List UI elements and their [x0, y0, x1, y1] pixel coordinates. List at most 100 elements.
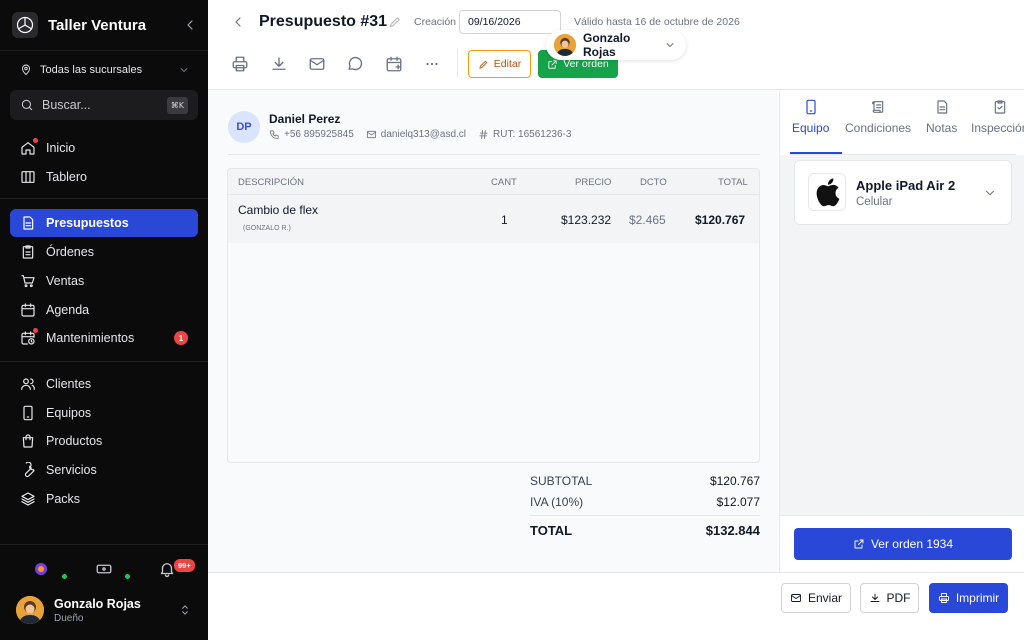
sidebar-item-clientes[interactable]: Clientes [10, 370, 198, 398]
print-icon[interactable] [231, 55, 249, 73]
mail-icon[interactable] [308, 55, 326, 73]
item-price: $123.232 [561, 213, 612, 227]
col-price: PRECIO [575, 177, 612, 188]
theme-orb-icon[interactable] [32, 560, 50, 578]
sidebar-item-label: Tablero [46, 170, 87, 184]
ticket-icon[interactable] [95, 560, 113, 578]
back-icon[interactable] [230, 14, 246, 30]
clipboard-check-icon [994, 100, 1005, 114]
calendar-icon [20, 302, 36, 318]
edit-button[interactable]: Editar [468, 50, 531, 78]
search-placeholder: Buscar... [42, 98, 91, 112]
sidebar-item-ordenes[interactable]: Órdenes [10, 238, 198, 266]
assignee-selector[interactable]: Gonzalo Rojas [546, 30, 686, 60]
view-order-1934-button[interactable]: Ver orden 1934 [794, 528, 1012, 560]
pdf-button[interactable]: PDF [860, 583, 919, 613]
tab-condiciones[interactable]: Condiciones [845, 99, 911, 143]
sidebar-item-label: Agenda [46, 303, 90, 317]
tab-label: Inspección [971, 121, 1024, 135]
divider [790, 154, 1016, 155]
hash-icon [479, 129, 488, 140]
client-phone[interactable]: +56 895925845 [269, 129, 354, 140]
phone-icon [806, 99, 816, 115]
sidebar-item-inicio[interactable]: Inicio [10, 134, 198, 162]
users-icon [20, 376, 36, 392]
action-footer: Enviar PDF Imprimir [208, 572, 1024, 640]
client-name[interactable]: Daniel Perez [269, 112, 340, 126]
quote-content: DP Daniel Perez +56 895925845 danielq313… [208, 91, 778, 572]
print-button[interactable]: Imprimir [929, 583, 1008, 613]
table-row[interactable]: Cambio de flex (GONZALO R.) 1 $123.232 $… [228, 195, 759, 243]
phone-icon [20, 405, 36, 421]
sidebar-item-label: Servicios [46, 463, 97, 477]
board-icon [20, 169, 36, 185]
device-name: Apple iPad Air 2 [856, 178, 956, 193]
assignee-name: Gonzalo Rojas [583, 31, 631, 59]
divider [530, 515, 760, 516]
sidebar-item-label: Presupuestos [46, 216, 129, 230]
client-rut: RUT: 16561236-3 [478, 129, 571, 140]
sidebar-item-mantenimientos[interactable]: Mantenimientos 1 [10, 324, 198, 352]
download-icon [870, 593, 879, 602]
edit-title-icon[interactable] [388, 15, 402, 29]
side-panel-footer: Ver orden 1934 [780, 515, 1024, 572]
client-email[interactable]: danielq313@asd.cl [366, 129, 466, 140]
chevron-left-icon[interactable] [182, 17, 198, 33]
cart-icon [20, 273, 36, 289]
bag-icon [20, 433, 36, 449]
divider [0, 50, 208, 51]
chevron-down-icon[interactable] [983, 186, 997, 200]
layers-icon [20, 491, 36, 507]
branch-label: Todas las sucursales [40, 64, 143, 76]
sidebar-item-agenda[interactable]: Agenda [10, 296, 198, 324]
print-label: Imprimir [955, 591, 1000, 605]
search-icon [20, 98, 34, 112]
search-shortcut: ⌘K [166, 96, 188, 114]
search-input[interactable]: Buscar... ⌘K [10, 90, 198, 120]
calendar-plus-icon[interactable] [385, 55, 403, 73]
divider [228, 154, 760, 155]
send-button[interactable]: Enviar [781, 583, 851, 613]
avatar [554, 34, 576, 56]
sidebar-item-tablero[interactable]: Tablero [10, 163, 198, 191]
home-icon [20, 138, 38, 156]
sidebar-item-servicios[interactable]: Servicios [10, 456, 198, 484]
creation-date-input[interactable]: 09/16/2026 [459, 10, 561, 34]
divider [0, 198, 208, 199]
tax-label: IVA (10%) [530, 495, 584, 509]
user-role: Dueño [54, 612, 84, 624]
device-card[interactable]: Apple iPad Air 2 Celular [794, 160, 1012, 225]
more-icon[interactable] [423, 55, 441, 73]
tab-label: Notas [926, 121, 958, 135]
sidebar-item-packs[interactable]: Packs [10, 485, 198, 513]
sidebar-item-label: Productos [46, 434, 103, 448]
branch-selector[interactable]: Todas las sucursales [20, 62, 190, 78]
chat-icon[interactable] [346, 55, 364, 73]
page-title: Presupuesto #31 [259, 13, 388, 30]
sidebar: Taller Ventura Todas las sucursales Busc… [0, 0, 208, 640]
brand-name: Taller Ventura [48, 16, 147, 34]
sidebar-item-equipos[interactable]: Equipos [10, 399, 198, 427]
mail-icon [791, 594, 801, 602]
pencil-icon [478, 59, 489, 70]
brand[interactable]: Taller Ventura [12, 12, 198, 38]
download-icon[interactable] [270, 55, 288, 73]
total-value: $132.844 [705, 523, 760, 538]
pdf-label: PDF [886, 591, 911, 605]
col-discount: DCTO [640, 177, 667, 188]
sidebar-item-ventas[interactable]: Ventas [10, 267, 198, 295]
client-info: DP Daniel Perez +56 895925845 danielq313… [228, 111, 748, 143]
chevron-down-icon [178, 64, 190, 76]
tab-notas[interactable]: Notas [926, 99, 957, 143]
sidebar-item-productos[interactable]: Productos [10, 427, 198, 455]
clipboard-icon [20, 244, 36, 260]
sidebar-item-presupuestos[interactable]: Presupuestos [10, 209, 198, 237]
edit-button-label: Editar [493, 58, 522, 70]
user-name: Gonzalo Rojas [54, 596, 141, 611]
tab-inspeccion[interactable]: Inspección [971, 99, 1024, 143]
tab-equipo[interactable]: Equipo [792, 99, 829, 143]
print-icon [938, 593, 949, 603]
user-menu[interactable]: Gonzalo Rojas Dueño [16, 595, 192, 625]
external-link-icon [853, 538, 865, 550]
subtotal-label: SUBTOTAL [530, 474, 593, 488]
